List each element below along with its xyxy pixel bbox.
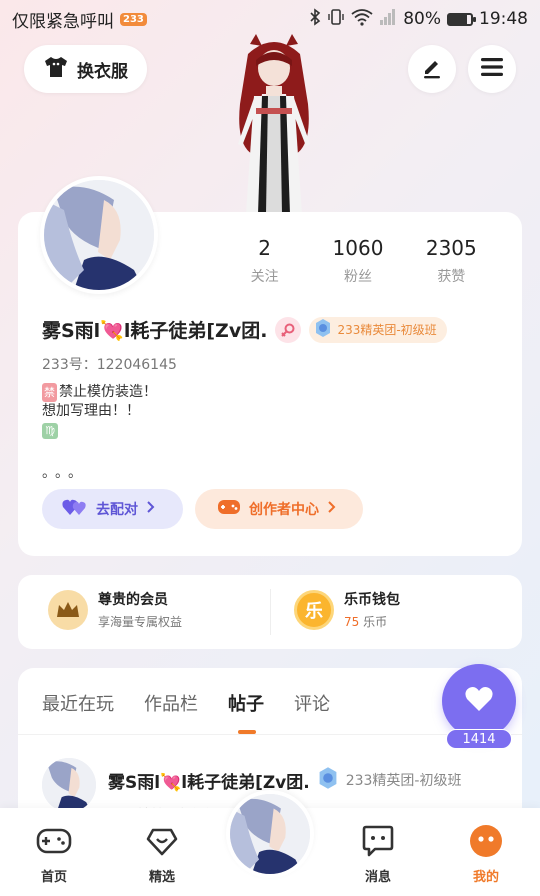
virgo-icon: ♍ <box>42 423 58 439</box>
stat-label: 获赞 <box>437 269 466 285</box>
gamepad-icon <box>217 497 241 521</box>
nav-center-avatar[interactable] <box>226 790 314 878</box>
outfit-button[interactable]: 换衣服 <box>24 45 147 93</box>
nav-label: 我的 <box>472 870 499 885</box>
stat-label: 粉丝 <box>343 269 372 285</box>
stat-value: 1060 <box>332 236 384 260</box>
nav-me[interactable]: 我的 <box>456 822 516 885</box>
profile-avatar[interactable] <box>40 176 158 294</box>
outfit-label: 换衣服 <box>77 61 128 82</box>
nav-label: 消息 <box>364 870 391 885</box>
nav-label: 首页 <box>40 870 67 885</box>
gamepad-icon <box>35 822 73 860</box>
stat-following[interactable]: 2 关注 <box>218 236 311 286</box>
stat-fans[interactable]: 1060 粉丝 <box>311 236 404 286</box>
post-group: 233精英团-初级班 <box>345 773 462 789</box>
shirt-icon <box>43 56 69 83</box>
signal-icon <box>379 8 397 31</box>
group-badge-icon <box>313 318 333 341</box>
tab-posts[interactable]: 帖子 <box>228 690 264 734</box>
wallet-entry[interactable]: 乐 乐币钱包 75 乐币 <box>294 589 400 630</box>
vip-entry[interactable]: 尊贵的会员 享海量专属权益 <box>48 589 182 630</box>
tab-bar: 最近在玩 作品栏 帖子 评论 <box>42 690 330 734</box>
menu-icon <box>481 57 503 81</box>
ban-icon: 禁 <box>42 383 57 402</box>
female-icon <box>275 316 302 343</box>
chevron-right-icon <box>146 500 156 518</box>
stat-likes[interactable]: 2305 获赞 <box>405 236 498 286</box>
post-author-name: 雾S雨l💘l耗子徒弟[Zv团. <box>108 772 310 793</box>
bio: 禁禁止模仿装造！ 想加写理由！！ ♍ <box>42 383 157 440</box>
username: 雾S雨l💘l耗子徒弟[Zv团. <box>42 320 268 342</box>
group-badge-icon <box>316 766 340 794</box>
group-tag[interactable]: 233精英团-初级班 <box>309 316 447 343</box>
nav-featured[interactable]: 精选 <box>132 822 192 885</box>
tab-comments[interactable]: 评论 <box>294 690 330 716</box>
hearts-icon <box>62 497 88 521</box>
clock: 19:48 <box>479 9 528 29</box>
stat-label: 关注 <box>250 269 279 285</box>
vip-subtitle: 享海量专属权益 <box>98 615 183 629</box>
menu-button[interactable] <box>468 45 516 93</box>
bio-line: 禁止模仿装造！ <box>59 384 157 400</box>
chevron-right-icon <box>327 500 337 518</box>
vip-title: 尊贵的会员 <box>98 592 168 608</box>
group-tag-label: 233精英团-初级班 <box>337 323 437 337</box>
wallet-balance: 75 乐币 <box>344 613 400 630</box>
avatar-figure[interactable] <box>226 34 322 214</box>
bluetooth-icon <box>309 7 321 31</box>
profile-face-icon <box>467 822 505 860</box>
tab-works[interactable]: 作品栏 <box>144 690 198 716</box>
stat-value: 2 <box>258 236 272 260</box>
pair-button[interactable]: 去配对 <box>42 489 183 529</box>
nav-home[interactable]: 首页 <box>24 822 84 885</box>
stat-value: 2305 <box>425 236 477 260</box>
bio-line: 想加写理由！！ <box>42 403 140 419</box>
divider <box>270 589 271 635</box>
crown-icon <box>48 589 88 630</box>
battery-percent: 80% <box>403 9 441 29</box>
pair-label: 去配对 <box>96 502 138 518</box>
wallet-unit: 乐币 <box>363 615 388 629</box>
nav-messages[interactable]: 消息 <box>348 822 408 885</box>
like-button[interactable] <box>442 664 516 738</box>
edit-button[interactable] <box>408 45 456 93</box>
profile-stats: 2 关注 1060 粉丝 2305 获赞 <box>218 236 498 286</box>
wallet-title: 乐币钱包 <box>344 592 400 608</box>
user-id: 233号：122046145 <box>42 357 177 373</box>
wifi-icon <box>351 8 373 31</box>
creator-center-button[interactable]: 创作者中心 <box>195 489 363 529</box>
battery-icon <box>447 12 476 26</box>
pen-icon <box>420 55 444 83</box>
membership-card: 尊贵的会员 享海量专属权益 乐 乐币钱包 75 乐币 <box>18 575 522 649</box>
chat-bubble-icon <box>359 822 397 860</box>
app-badge-icon: 233 <box>120 12 147 26</box>
wallet-amount: 75 <box>344 615 360 629</box>
name-row: 雾S雨l💘l耗子徒弟[Zv团. 233精英团-初级班 <box>42 316 447 343</box>
creator-label: 创作者中心 <box>249 502 319 518</box>
like-count: 1414 <box>446 729 512 749</box>
coin-icon: 乐 <box>294 589 334 630</box>
carrier-text: 仅限紧急呼叫 <box>12 11 114 32</box>
nav-label: 精选 <box>148 870 175 885</box>
heart-diamond-icon <box>143 822 181 860</box>
status-bar: 仅限紧急呼叫 233 80% 19:48 <box>0 0 540 38</box>
bio-dots: 。。。 <box>42 465 88 481</box>
heart-icon <box>464 686 494 716</box>
vibrate-icon <box>327 8 345 31</box>
tab-recent-played[interactable]: 最近在玩 <box>42 690 114 716</box>
post-author-avatar[interactable] <box>42 758 96 812</box>
